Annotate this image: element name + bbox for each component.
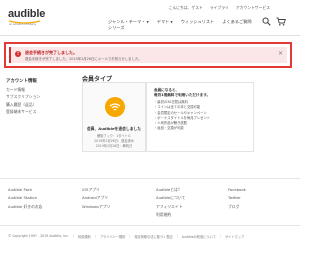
legal-link[interactable]: プライバシー規約: [100, 234, 125, 239]
footer-bottom-bar: © Copyright 1997 - 2019 Audible, Inc. | …: [0, 225, 300, 264]
logo-subtitle: an amazon company: [9, 23, 37, 26]
separator: |: [94, 234, 96, 238]
benefit-item: ・返品・交換が可能: [154, 126, 184, 131]
plan-status-title: 会員、Audibleを退会しました: [86, 126, 142, 131]
footer-link[interactable]: Twitter: [228, 194, 246, 202]
benefits-panel: 会員になると、 毎月1冊無料で利用いただけます。 ・最初の30日間は無料 ・コイ…: [146, 82, 254, 152]
footer-link[interactable]: アフィリエイト: [156, 203, 185, 211]
sidebar-item-subscription[interactable]: サブスクリプション: [6, 94, 66, 99]
legal-link[interactable]: 利用規約: [78, 234, 91, 239]
utility-links: こんにちは、ゲスト ライブラリ アカウントサービス: [169, 5, 270, 11]
copyright-text: © Copyright 1997 - 2019 Audible, Inc.: [8, 234, 69, 238]
plan-note: 2019年2月26日：解約日: [95, 144, 133, 148]
sidebar-title: アカウント情報: [6, 79, 37, 84]
footer-link[interactable]: Windowsアプリ: [82, 203, 110, 211]
separator: |: [219, 234, 221, 238]
nav-genre[interactable]: ジャンル・テーマ・▼ シリーズ: [108, 19, 149, 30]
audible-wave-icon: [109, 103, 121, 111]
footer-column: Audible Pack Audible Station Audible 好きの…: [8, 186, 42, 211]
account-sidebar: アカウント情報 カード情報 サブスクリプション 購入履歴（返品） 登録端末サービ…: [6, 78, 66, 118]
legal-link[interactable]: サイトマップ: [225, 234, 244, 239]
footer-divider: [0, 178, 300, 179]
separator: |: [72, 234, 75, 238]
benefits-list: ・最初の30日間は無料 ・コインは全ての本と交換可能 ・会員限定のセールやキャン…: [154, 100, 246, 131]
alert-icon: !: [15, 51, 21, 57]
footer-column: Facebook Twitter ブログ: [228, 186, 246, 211]
benefits-heading: 毎月1冊無料で利用いただけます。: [154, 92, 211, 97]
library-link[interactable]: ライブラリ: [210, 5, 229, 11]
footer-link[interactable]: ブログ: [228, 203, 246, 211]
footer-column: iOSアプリ Androidアプリ Windowsアプリ: [82, 186, 110, 211]
nav-faq[interactable]: よくあるご質問: [222, 19, 251, 30]
close-icon[interactable]: ×: [278, 50, 283, 58]
search-icon[interactable]: [262, 17, 271, 26]
footer-link[interactable]: 利用規約: [156, 211, 185, 219]
legal-link[interactable]: Audibleの利用について: [182, 234, 216, 239]
sidebar-item-devices[interactable]: 登録端末サービス: [6, 109, 66, 114]
chevron-down-icon: ▼: [170, 20, 173, 24]
footer-link[interactable]: Androidアプリ: [82, 194, 110, 202]
footer-link[interactable]: Audible 好きのお店: [8, 203, 42, 211]
sidebar-item-purchase-history[interactable]: 購入履歴（返品）: [6, 102, 66, 107]
footer-link[interactable]: iOSアプリ: [82, 186, 110, 194]
separator: |: [129, 234, 131, 238]
nav-wishlist[interactable]: ウィッシュリスト: [181, 19, 215, 30]
chevron-down-icon: ▼: [146, 20, 149, 24]
footer-link[interactable]: Audible Pack: [8, 186, 42, 194]
audible-logo[interactable]: audible an amazon company: [8, 8, 52, 28]
greeting-link[interactable]: こんにちは、ゲスト: [169, 5, 203, 11]
legal-link[interactable]: 特定商取引法に基づく表記: [134, 234, 172, 239]
site-header: audible an amazon company こんにちは、ゲスト ライブラ…: [0, 0, 300, 36]
membership-card: 会員、Audibleを退会しました 聴取ブック：1タイトル 2019年2月26日…: [82, 82, 146, 152]
footer-link[interactable]: Facebook: [228, 186, 246, 194]
alert-box: ! 退会手続きが完了しました。 退会手続きが完了しました。2019年2月26日に…: [9, 47, 287, 63]
legal-links: © Copyright 1997 - 2019 Audible, Inc. | …: [8, 234, 244, 239]
separator: |: [176, 234, 178, 238]
cart-icon[interactable]: [276, 17, 286, 26]
footer-link[interactable]: Audibleとは？: [156, 186, 185, 194]
audible-headphones-icon: [105, 97, 125, 117]
alert-message: 退会手続きが完了しました。2019年2月26日にメールでお知らせしました。: [25, 57, 142, 61]
sidebar-item-card[interactable]: カード情報: [6, 87, 66, 92]
nav-yamato[interactable]: ヤマト▼: [157, 19, 173, 30]
cancellation-alert: ! 退会手続きが完了しました。 退会手続きが完了しました。2019年2月26日に…: [4, 42, 292, 68]
logo-wordmark: audible: [8, 8, 46, 20]
main-nav: ジャンル・テーマ・▼ シリーズ ヤマト▼ ウィッシュリスト よくあるご質問: [108, 19, 252, 30]
account-service-link[interactable]: アカウントサービス: [236, 5, 270, 11]
footer-link[interactable]: Audible Station: [8, 194, 42, 202]
footer-column: Audibleとは？ Audibleについて アフィリエイト 利用規約: [156, 186, 185, 220]
footer-link[interactable]: Audibleについて: [156, 194, 185, 202]
